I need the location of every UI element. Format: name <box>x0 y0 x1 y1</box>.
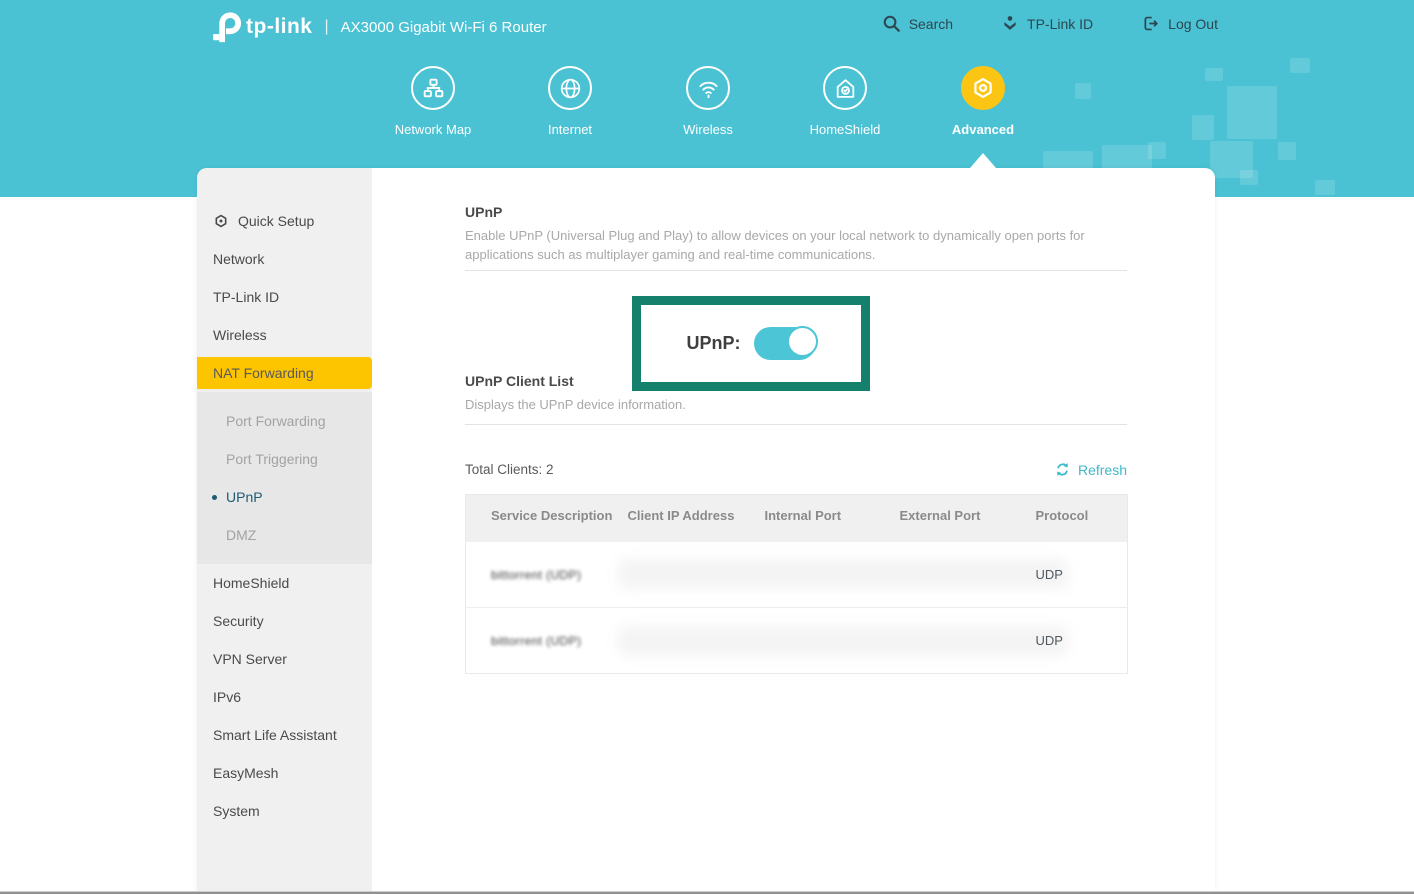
logout-button[interactable]: Log Out <box>1141 14 1218 33</box>
blurred-service-description: bittorrent (UDP) <box>491 634 581 648</box>
tplink-id-button[interactable]: TP-Link ID <box>1001 15 1093 33</box>
refresh-icon <box>1054 461 1071 478</box>
sidebar-subitem-port-forwarding[interactable]: Port Forwarding <box>197 402 372 440</box>
sidebar-item-label: Quick Setup <box>238 202 314 240</box>
logout-label: Log Out <box>1168 16 1218 32</box>
table-row: bittorrent (UDP) UDP <box>466 542 1128 608</box>
internal-port-cell <box>765 542 900 608</box>
router-model: AX3000 Gigabit Wi-Fi 6 Router <box>341 19 547 36</box>
protocol-cell: UDP <box>1036 542 1128 608</box>
decor-square <box>1278 142 1296 160</box>
sidebar-item-homeshield[interactable]: HomeShield <box>197 564 372 602</box>
col-protocol: Protocol <box>1036 495 1128 542</box>
refresh-button[interactable]: Refresh <box>1054 461 1127 478</box>
internet-icon <box>548 66 592 110</box>
decor-square <box>1075 83 1091 99</box>
tab-homeshield[interactable]: HomeShield <box>785 66 905 137</box>
sidebar: Quick Setup Network TP-Link ID Wireless … <box>197 168 372 894</box>
tab-internet[interactable]: Internet <box>510 66 630 137</box>
client-ip-cell <box>628 608 765 674</box>
sidebar-item-ipv6[interactable]: IPv6 <box>197 678 372 716</box>
panel-pointer <box>970 153 996 168</box>
blurred-service-description: bittorrent (UDP) <box>491 568 581 582</box>
toggle-knob <box>787 326 818 357</box>
logout-icon <box>1141 14 1160 33</box>
main-panel: Quick Setup Network TP-Link ID Wireless … <box>197 168 1215 894</box>
sidebar-subitem-dmz[interactable]: DMZ <box>197 516 372 554</box>
upnp-toggle-label: UPnP: <box>687 333 741 354</box>
brand-name: tp-link <box>246 15 313 39</box>
decor-square <box>1192 115 1214 140</box>
decor-square <box>1290 58 1310 73</box>
upnp-section-description: Enable UPnP (Universal Plug and Play) to… <box>465 226 1127 264</box>
sidebar-subitem-port-triggering[interactable]: Port Triggering <box>197 440 372 478</box>
gear-icon <box>961 66 1005 110</box>
sidebar-item-network[interactable]: Network <box>197 240 372 278</box>
gear-icon <box>213 213 229 229</box>
tplink-id-icon <box>1001 15 1019 33</box>
sidebar-item-easymesh[interactable]: EasyMesh <box>197 754 372 792</box>
sidebar-subitem-upnp[interactable]: UPnP <box>197 478 372 516</box>
upnp-client-table: Service Description Client IP Address In… <box>465 494 1128 674</box>
search-label: Search <box>909 16 953 32</box>
decor-square <box>1227 86 1277 139</box>
sidebar-item-smart-life-assistant[interactable]: Smart Life Assistant <box>197 716 372 754</box>
search-button[interactable]: Search <box>882 14 953 33</box>
router-admin-page: tp-link | AX3000 Gigabit Wi-Fi 6 Router … <box>0 0 1414 894</box>
sidebar-item-quick-setup[interactable]: Quick Setup <box>197 202 372 240</box>
tab-label: Advanced <box>923 122 1043 137</box>
tab-label: Network Map <box>373 122 493 137</box>
highlight-annotation-box: UPnP: <box>632 296 870 391</box>
upnp-section-title: UPnP <box>465 204 1127 220</box>
client-list-description: Displays the UPnP device information. <box>465 395 1127 414</box>
client-list-toolbar: Total Clients: 2 Refresh <box>465 461 1127 478</box>
col-client-ip: Client IP Address <box>628 495 765 542</box>
upnp-toggle[interactable] <box>754 327 816 360</box>
homeshield-icon <box>823 66 867 110</box>
refresh-label: Refresh <box>1078 462 1127 478</box>
decor-square <box>1315 180 1335 195</box>
tab-advanced[interactable]: Advanced <box>923 66 1043 137</box>
external-port-cell <box>900 608 1036 674</box>
sidebar-item-system[interactable]: System <box>197 792 372 830</box>
search-icon <box>882 14 901 33</box>
tab-network-map[interactable]: Network Map <box>373 66 493 137</box>
decor-square <box>1148 142 1166 159</box>
decor-square <box>1102 145 1152 170</box>
col-service-description: Service Description <box>466 495 628 542</box>
tplink-logo-icon <box>208 10 242 44</box>
tab-label: HomeShield <box>785 122 905 137</box>
external-port-cell <box>900 542 1036 608</box>
sidebar-item-tplink-id[interactable]: TP-Link ID <box>197 278 372 316</box>
sidebar-item-wireless[interactable]: Wireless <box>197 316 372 354</box>
decor-square <box>1240 170 1258 185</box>
divider <box>465 270 1127 271</box>
header-actions: Search TP-Link ID <box>882 14 1218 33</box>
network-map-icon <box>411 66 455 110</box>
total-clients-label: Total Clients: 2 <box>465 462 554 477</box>
col-internal-port: Internal Port <box>765 495 900 542</box>
service-description-cell: bittorrent (UDP) <box>466 608 628 674</box>
tab-label: Wireless <box>648 122 768 137</box>
client-ip-cell <box>628 542 765 608</box>
tab-wireless[interactable]: Wireless <box>648 66 768 137</box>
decor-square <box>1205 68 1223 81</box>
tab-label: Internet <box>510 122 630 137</box>
wireless-icon <box>686 66 730 110</box>
sidebar-item-nat-forwarding[interactable]: NAT Forwarding <box>197 357 372 389</box>
brand: tp-link | AX3000 Gigabit Wi-Fi 6 Router <box>208 10 547 44</box>
protocol-cell: UDP <box>1036 608 1128 674</box>
divider <box>465 424 1127 425</box>
tplink-id-label: TP-Link ID <box>1027 16 1093 32</box>
col-external-port: External Port <box>900 495 1036 542</box>
content-area: UPnP Enable UPnP (Universal Plug and Pla… <box>372 168 1215 894</box>
sidebar-item-vpn-server[interactable]: VPN Server <box>197 640 372 678</box>
table-header-row: Service Description Client IP Address In… <box>466 495 1128 542</box>
internal-port-cell <box>765 608 900 674</box>
table-row: bittorrent (UDP) UDP <box>466 608 1128 674</box>
nat-forwarding-submenu: Port Forwarding Port Triggering UPnP DMZ <box>197 392 372 564</box>
service-description-cell: bittorrent (UDP) <box>466 542 628 608</box>
sidebar-item-security[interactable]: Security <box>197 602 372 640</box>
brand-separator: | <box>325 18 329 36</box>
